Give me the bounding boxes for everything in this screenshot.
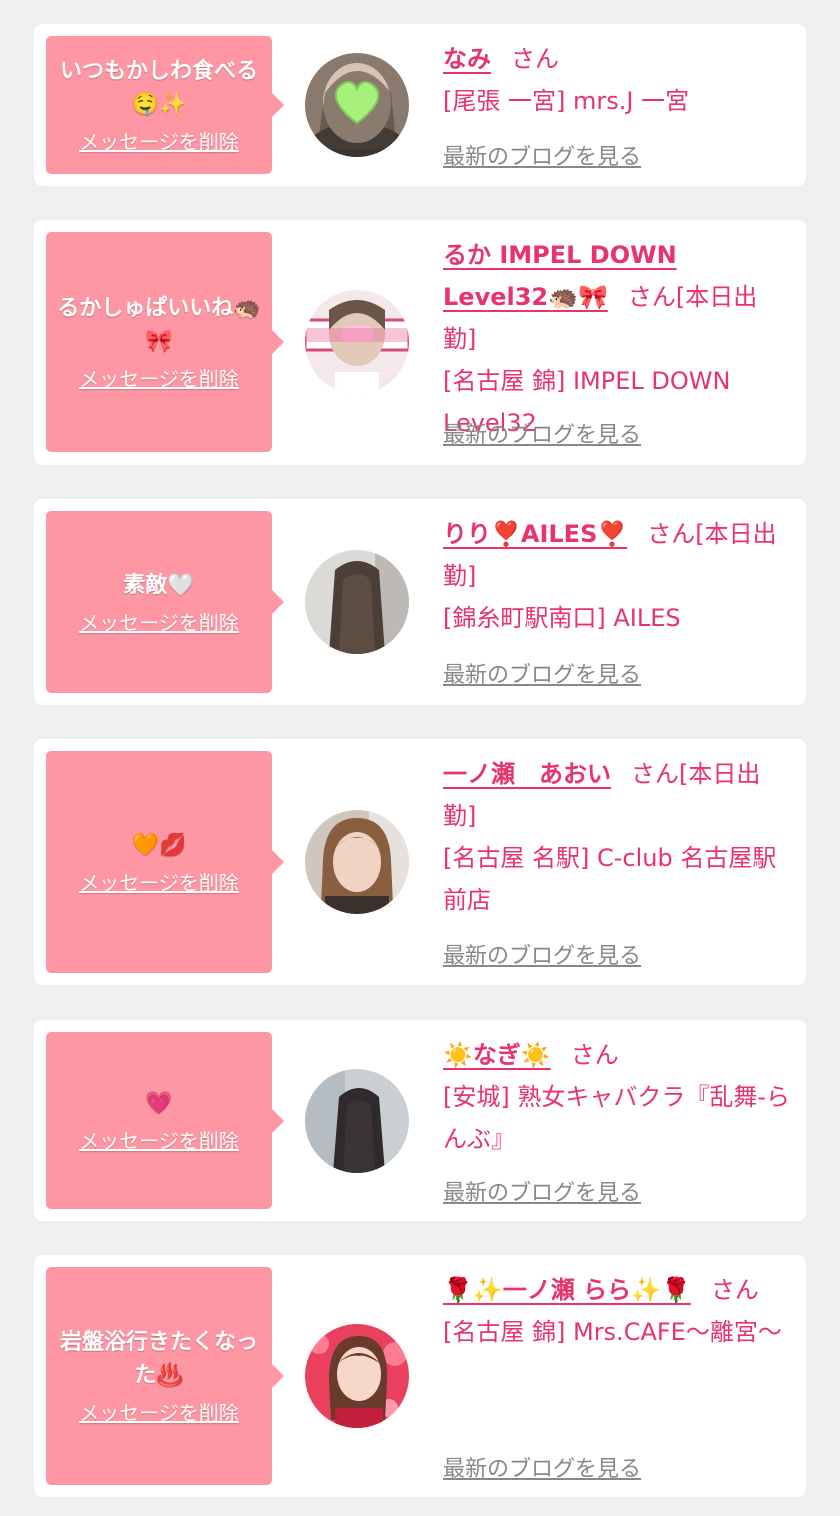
message-bubble: 素敵🤍 メッセージを削除: [46, 511, 284, 693]
message-text: るかしゅぱいいね🦔🎀: [57, 296, 261, 354]
cast-avatar[interactable]: [305, 1069, 409, 1173]
message-text: 素敵🤍: [123, 572, 195, 598]
cast-avatar[interactable]: [305, 290, 409, 394]
cast-info: なみ さん [尾張 一宮] mrs.J 一宮: [443, 38, 790, 122]
cast-info: 🌹✨一ノ瀬 らら✨🌹 さん [名古屋 錦] Mrs.CAFE〜離宮〜: [443, 1269, 790, 1353]
message-bubble: 💗 メッセージを削除: [46, 1032, 284, 1209]
cast-name-link[interactable]: りり❣️AILES❣️: [443, 520, 627, 548]
cast-name-link[interactable]: 一ノ瀬 あおい: [443, 760, 611, 788]
message-card: るかしゅぱいいね🦔🎀 メッセージを削除 るか IMPEL DOWN Level3…: [34, 220, 806, 465]
honorific: さん: [627, 283, 676, 311]
latest-blog-link[interactable]: 最新のブログを見る: [443, 1175, 641, 1207]
shop-name: [名古屋 名駅] C-club 名古屋駅前店: [443, 844, 777, 914]
cast-avatar[interactable]: [305, 550, 409, 654]
honorific: さん: [511, 45, 559, 73]
cast-avatar[interactable]: [305, 1324, 409, 1428]
honorific: さん: [570, 1041, 619, 1069]
message-bubble: 🧡💋 メッセージを削除: [46, 751, 284, 973]
message-card: 💗 メッセージを削除 ☀️なぎ☀️ さん [安城] 熟女キャバクラ『乱舞-らんぶ』…: [34, 1020, 806, 1221]
shop-name: [尾張 一宮] mrs.J 一宮: [443, 87, 690, 115]
message-text: 🧡💋: [131, 832, 187, 858]
cast-info: るか IMPEL DOWN Level32🦔🎀 さん[本日出勤] [名古屋 錦] …: [443, 234, 790, 444]
latest-blog-link[interactable]: 最新のブログを見る: [443, 938, 641, 970]
cast-name-link[interactable]: なみ: [443, 45, 491, 73]
cast-info: 一ノ瀬 あおい さん[本日出勤] [名古屋 名駅] C-club 名古屋駅前店: [443, 753, 790, 921]
message-text: 💗: [145, 1091, 173, 1116]
cast-avatar[interactable]: [305, 810, 409, 914]
shop-name: [錦糸町駅南口] AILES: [443, 604, 681, 632]
latest-blog-link[interactable]: 最新のブログを見る: [443, 139, 641, 171]
cast-info: りり❣️AILES❣️ さん[本日出勤] [錦糸町駅南口] AILES: [443, 513, 790, 639]
honorific: さん: [647, 520, 696, 548]
delete-message-link[interactable]: メッセージを削除: [79, 870, 239, 896]
delete-message-link[interactable]: メッセージを削除: [79, 610, 239, 636]
cast-info: ☀️なぎ☀️ さん [安城] 熟女キャバクラ『乱舞-らんぶ』: [443, 1034, 790, 1160]
delete-message-link[interactable]: メッセージを削除: [79, 129, 239, 155]
message-card: 素敵🤍 メッセージを削除 りり❣️AILES❣️ さん[本日出勤] [錦糸町駅南口…: [34, 499, 806, 705]
honorific: さん: [631, 760, 679, 788]
message-bubble: るかしゅぱいいね🦔🎀 メッセージを削除: [46, 232, 284, 452]
latest-blog-link[interactable]: 最新のブログを見る: [443, 657, 641, 689]
delete-message-link[interactable]: メッセージを削除: [79, 1128, 239, 1154]
cast-name-link[interactable]: ☀️なぎ☀️: [443, 1041, 551, 1069]
message-card: 🧡💋 メッセージを削除 一ノ瀬 あおい さん[本日出勤] [名古屋 名駅] C-c…: [34, 739, 806, 985]
message-bubble: いつもかしわ食べる🤤✨ メッセージを削除: [46, 36, 284, 174]
message-card: いつもかしわ食べる🤤✨ メッセージを削除 なみ さん [尾張 一宮] mrs.J …: [34, 24, 806, 186]
message-text: いつもかしわ食べる🤤✨: [59, 59, 258, 117]
cast-avatar[interactable]: [305, 53, 409, 157]
message-bubble: 岩盤浴行きたくなった♨️ メッセージを削除: [46, 1267, 284, 1485]
cast-name-link[interactable]: 🌹✨一ノ瀬 らら✨🌹: [443, 1276, 691, 1304]
honorific: さん: [710, 1276, 759, 1304]
delete-message-link[interactable]: メッセージを削除: [79, 366, 239, 392]
shop-name: [名古屋 錦] Mrs.CAFE〜離宮〜: [443, 1318, 782, 1346]
latest-blog-link[interactable]: 最新のブログを見る: [443, 417, 641, 449]
latest-blog-link[interactable]: 最新のブログを見る: [443, 1451, 641, 1483]
message-list: いつもかしわ食べる🤤✨ メッセージを削除 なみ さん [尾張 一宮] mrs.J …: [0, 0, 840, 1516]
delete-message-link[interactable]: メッセージを削除: [79, 1400, 239, 1426]
message-text: 岩盤浴行きたくなった♨️: [59, 1330, 258, 1388]
message-card: 岩盤浴行きたくなった♨️ メッセージを削除 🌹✨一ノ瀬 らら✨🌹 さん [名古屋 …: [34, 1255, 806, 1497]
shop-name: [安城] 熟女キャバクラ『乱舞-らんぶ』: [443, 1083, 791, 1153]
